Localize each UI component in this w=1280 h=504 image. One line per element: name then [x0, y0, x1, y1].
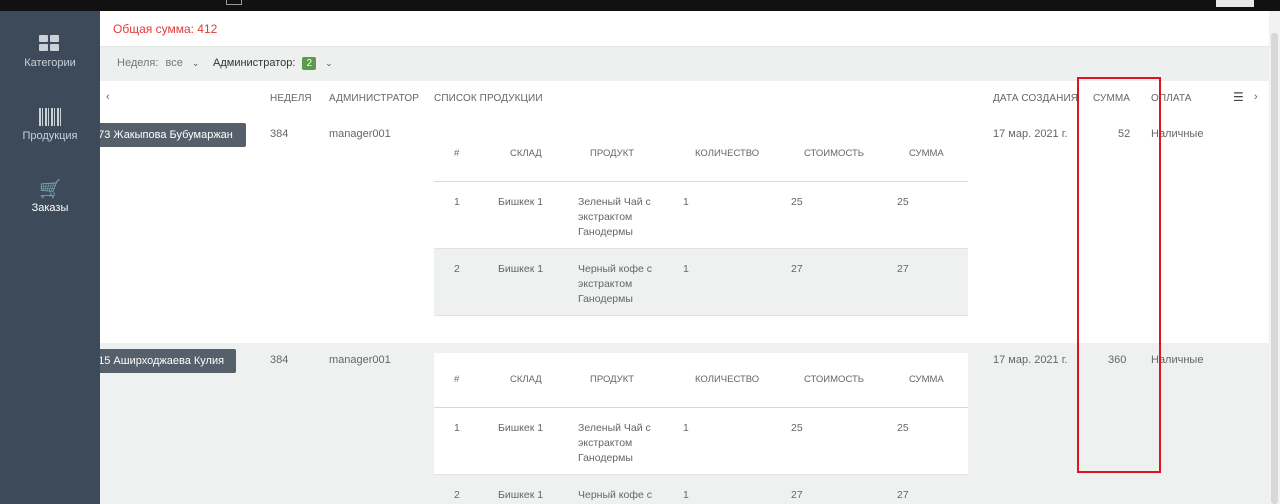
item-product: Черный кофе с — [578, 489, 653, 501]
item-n: 1 — [454, 422, 460, 434]
order-items-table: # СКЛАД ПРОДУКТ КОЛИЧЕСТВО СТОИМОСТЬ СУМ… — [434, 353, 968, 504]
item-sum: 27 — [897, 263, 909, 275]
col-sum[interactable]: СУММА — [1093, 93, 1130, 104]
table-row[interactable]: 615 Аширходжаева Кулия 384 manager001 17… — [100, 343, 1269, 504]
item-sum: 25 — [897, 422, 909, 434]
item-sum: 27 — [897, 489, 909, 501]
week-filter[interactable]: Неделя: все ⌄ — [117, 57, 199, 69]
cart-icon: 🛒 — [39, 179, 62, 199]
week-filter-label: Неделя: — [117, 57, 159, 69]
icol-qty: КОЛИЧЕСТВО — [695, 374, 760, 385]
customer-label[interactable]: 615 Аширходжаева Кулия — [100, 349, 236, 373]
item-warehouse: Бишкек 1 — [498, 489, 544, 501]
admin-filter-label: Администратор: — [213, 57, 296, 69]
order-sum: 52 — [1118, 128, 1131, 140]
item-qty: 1 — [683, 489, 689, 501]
order-payment: Наличные — [1151, 128, 1204, 140]
list-item: 2 Бишкек 1 Черный кофе с экстрактом Гано… — [434, 249, 968, 316]
chevron-down-icon: ⌄ — [325, 58, 333, 68]
item-cost: 25 — [791, 422, 803, 434]
col-admin[interactable]: АДМИНИСТРАТОР — [329, 93, 419, 104]
item-qty: 1 — [683, 263, 689, 275]
order-week: 384 — [270, 128, 289, 140]
order-admin: manager001 — [329, 354, 391, 366]
admin-count-badge: 2 — [302, 57, 317, 70]
barcode-icon — [39, 108, 61, 126]
icol-n: # — [454, 374, 460, 385]
item-product: Зеленый Чай с экстрактом Ганодермы — [578, 196, 651, 238]
icol-sum: СУММА — [909, 148, 944, 159]
list-item: 2 Бишкек 1 Черный кофе с 1 27 27 — [434, 475, 968, 504]
grid-icon — [39, 35, 61, 53]
chevron-down-icon: ⌄ — [191, 58, 200, 68]
icol-sum: СУММА — [909, 374, 944, 385]
item-qty: 1 — [683, 422, 689, 434]
sidebar-item-label: Заказы — [31, 202, 69, 214]
sidebar-item-label: Продукция — [22, 130, 78, 142]
icol-warehouse: СКЛАД — [510, 374, 542, 385]
top-bar — [0, 0, 1280, 11]
scrollbar-thumb[interactable] — [1271, 33, 1278, 504]
item-n: 2 — [454, 263, 460, 275]
scrollbar[interactable] — [1269, 11, 1280, 504]
col-payment[interactable]: ОПЛАТА — [1151, 93, 1191, 104]
sidebar-item-categories[interactable]: Категории — [0, 35, 100, 69]
item-product: Черный кофе с экстрактом Ганодермы — [578, 263, 653, 305]
order-items-header: # СКЛАД ПРОДУКТ КОЛИЧЕСТВО СТОИМОСТЬ СУМ… — [434, 127, 968, 182]
order-items-header: # СКЛАД ПРОДУКТ КОЛИЧЕСТВО СТОИМОСТЬ СУМ… — [434, 353, 968, 408]
col-products[interactable]: СПИСОК ПРОДУКЦИИ — [434, 93, 543, 104]
order-week: 384 — [270, 354, 289, 366]
main-content: Общая сумма: 412 Неделя: все ⌄ Администр… — [100, 11, 1269, 504]
sidebar-item-products[interactable]: Продукция — [0, 108, 100, 142]
icol-warehouse: СКЛАД — [510, 148, 542, 159]
item-warehouse: Бишкек 1 — [498, 422, 544, 434]
sidebar-item-orders[interactable]: 🛒 Заказы — [0, 180, 100, 214]
total-sum: Общая сумма: 412 — [113, 22, 218, 36]
icol-cost: СТОИМОСТЬ — [804, 374, 865, 385]
order-sum: 360 — [1108, 354, 1127, 366]
item-n: 2 — [454, 489, 460, 501]
icol-qty: КОЛИЧЕСТВО — [695, 148, 760, 159]
icol-product: ПРОДУКТ — [590, 374, 635, 385]
list-item: 1 Бишкек 1 Зеленый Чай с экстрактом Гано… — [434, 408, 968, 475]
item-sum: 25 — [897, 196, 909, 208]
prev-page-icon[interactable]: ‹ — [106, 91, 110, 103]
next-page-icon[interactable]: › — [1254, 91, 1258, 103]
item-warehouse: Бишкек 1 — [498, 263, 544, 275]
item-n: 1 — [454, 196, 460, 208]
col-week[interactable]: НЕДЕЛЯ — [270, 93, 312, 104]
col-created[interactable]: ДАТА СОЗДАНИЯ — [993, 93, 1078, 104]
admin-filter[interactable]: Администратор: 2 ⌄ — [213, 57, 333, 70]
icol-product: ПРОДУКТ — [590, 148, 635, 159]
table-header: ‹ НЕДЕЛЯ АДМИНИСТРАТОР СПИСОК ПРОДУКЦИИ … — [100, 81, 1269, 118]
order-payment: Наличные — [1151, 354, 1204, 366]
icol-n: # — [454, 148, 460, 159]
icol-cost: СТОИМОСТЬ — [804, 148, 865, 159]
item-cost: 25 — [791, 196, 803, 208]
week-filter-value: все — [165, 57, 183, 69]
item-warehouse: Бишкек 1 — [498, 196, 544, 208]
column-list-icon[interactable]: ☰ — [1233, 90, 1244, 104]
order-items-table: # СКЛАД ПРОДУКТ КОЛИЧЕСТВО СТОИМОСТЬ СУМ… — [434, 127, 968, 316]
order-admin: manager001 — [329, 128, 391, 140]
sidebar-item-label: Категории — [24, 57, 76, 69]
item-qty: 1 — [683, 196, 689, 208]
order-created: 17 мар. 2021 г. — [993, 354, 1068, 366]
table-row[interactable]: 573 Жакыпова Бубумаржан 384 manager001 1… — [100, 117, 1269, 343]
avatar[interactable] — [1216, 0, 1254, 7]
customer-label[interactable]: 573 Жакыпова Бубумаржан — [100, 123, 246, 147]
filter-bar: Неделя: все ⌄ Администратор: 2 ⌄ — [100, 46, 1269, 82]
item-product: Зеленый Чай с экстрактом Ганодермы — [578, 422, 651, 464]
list-item: 1 Бишкек 1 Зеленый Чай с экстрактом Гано… — [434, 182, 968, 249]
item-cost: 27 — [791, 489, 803, 501]
order-created: 17 мар. 2021 г. — [993, 128, 1068, 140]
topbar-mark — [226, 0, 242, 5]
item-cost: 27 — [791, 263, 803, 275]
sidebar: Категории Продукция 🛒 Заказы — [0, 11, 100, 504]
